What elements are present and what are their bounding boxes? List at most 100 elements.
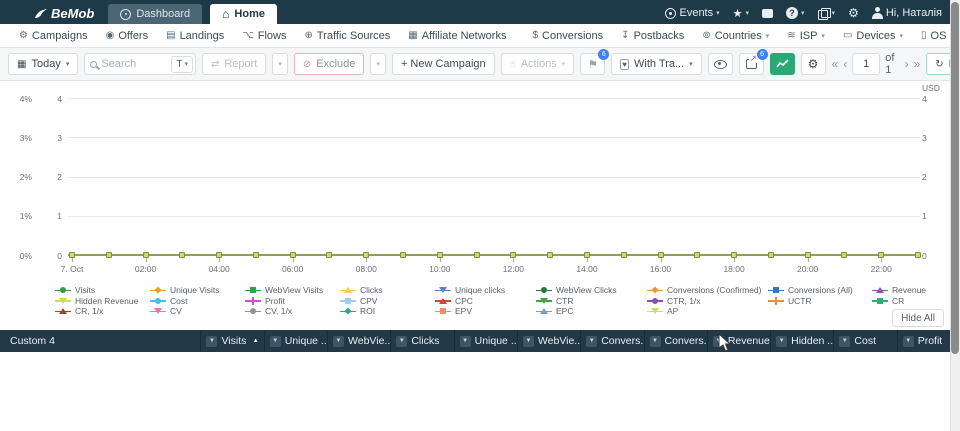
legend-item-cpv[interactable]: CPV	[340, 296, 435, 307]
chart-toggle-button[interactable]	[770, 53, 795, 75]
exclude-dropdown-button[interactable]: ▾	[370, 53, 386, 75]
data-point[interactable]	[841, 252, 847, 258]
column-header-unique[interactable]: ▼Unique ...	[264, 330, 327, 352]
actions-button[interactable]: ☝ Actions ▾	[501, 53, 575, 75]
legend-item-uctr[interactable]: UCTR	[768, 296, 872, 307]
legend-item-ctr[interactable]: CTR	[536, 296, 647, 307]
data-point[interactable]	[179, 252, 185, 258]
legend-item-cr-1-x[interactable]: CR, 1/x	[55, 306, 150, 317]
legend-item-cpc[interactable]: CPC	[435, 296, 536, 307]
legend-item-cv[interactable]: CV	[150, 306, 245, 317]
legend-item-conversions-confirmed[interactable]: Conversions (Confirmed)	[647, 285, 768, 296]
legend-item-epv[interactable]: EPV	[435, 306, 536, 317]
last-page-button[interactable]: »	[914, 57, 921, 71]
column-filter-icon[interactable]: ▼	[650, 336, 661, 347]
data-point[interactable]	[915, 252, 921, 258]
column-filter-icon[interactable]: ▼	[523, 336, 534, 347]
column-filter-icon[interactable]: ▼	[460, 336, 471, 347]
column-filter-icon[interactable]: ▼	[586, 336, 597, 347]
report-dropdown-button[interactable]: ▾	[272, 53, 288, 75]
nav-item-offers[interactable]: ◉Offers	[97, 30, 158, 42]
column-filter-icon[interactable]: ▼	[776, 336, 787, 347]
legend-item-epc[interactable]: EPC	[536, 306, 647, 317]
legend-item-unique-visits[interactable]: Unique Visits	[150, 285, 245, 296]
workspaces-menu[interactable]: ▾	[818, 8, 836, 18]
legend-item-cost[interactable]: Cost	[150, 296, 245, 307]
settings-button[interactable]: ⚙	[848, 6, 859, 20]
first-page-button[interactable]: «	[832, 57, 839, 71]
legend-item-roi[interactable]: ROI	[340, 306, 435, 317]
hide-all-button[interactable]: Hide All	[892, 309, 944, 327]
nav-item-countries[interactable]: ⊚Countries▾	[693, 30, 778, 42]
nav-item-landings[interactable]: ▤Landings	[157, 30, 233, 42]
data-point[interactable]	[106, 252, 112, 258]
legend-item-clicks[interactable]: Clicks	[340, 285, 435, 296]
page-input[interactable]	[852, 53, 880, 75]
visibility-button[interactable]	[708, 53, 733, 75]
flag-button[interactable]: ⚑ 6	[580, 53, 605, 75]
legend-item-ctr-1-x[interactable]: CTR, 1/x	[647, 296, 768, 307]
legend-item-hidden-revenue[interactable]: Hidden Revenue	[55, 296, 150, 307]
column-header-clicks[interactable]: ▼Clicks	[390, 330, 453, 352]
help-menu[interactable]: ? ▾	[786, 7, 805, 19]
next-page-button[interactable]: ›	[905, 57, 909, 71]
data-point[interactable]	[694, 252, 700, 258]
nav-item-campaigns[interactable]: ⚙Campaigns	[10, 30, 97, 42]
data-point[interactable]	[768, 252, 774, 258]
new-campaign-button[interactable]: + New Campaign	[392, 53, 495, 75]
column-header-cost[interactable]: ▼Cost	[833, 330, 896, 352]
column-header-hidden[interactable]: ▼Hidden ...	[770, 330, 833, 352]
data-point[interactable]	[326, 252, 332, 258]
date-range-button[interactable]: ▦ Today ▾	[8, 53, 78, 75]
column-filter-icon[interactable]: ▼	[396, 336, 407, 347]
table-settings-button[interactable]: ⚙	[801, 53, 826, 75]
nav-item-conversions[interactable]: $Conversions	[523, 30, 612, 42]
events-menu[interactable]: Events ▾	[665, 7, 719, 19]
legend-item-ap[interactable]: AP	[647, 306, 768, 317]
exclude-button[interactable]: ⊘ Exclude	[294, 53, 365, 75]
legend-item-cr[interactable]: CR	[872, 296, 952, 307]
vertical-scrollbar-thumb[interactable]	[951, 2, 959, 354]
favorites-menu[interactable]: ★ ▾	[733, 7, 749, 20]
column-header-convers[interactable]: ▼Convers...	[644, 330, 707, 352]
user-menu[interactable]: Hi, Наталія	[872, 7, 942, 19]
legend-item-cv-1-x[interactable]: CV, 1/x	[245, 306, 340, 317]
column-header-unique[interactable]: ▼Unique ...	[454, 330, 517, 352]
column-header-revenue[interactable]: ▼Revenue▲	[707, 330, 770, 352]
column-header-custom-4[interactable]: Custom 4	[0, 330, 200, 352]
column-header-visits[interactable]: ▼Visits▲	[200, 330, 263, 352]
data-point[interactable]	[474, 252, 480, 258]
vertical-scrollbar-track[interactable]	[950, 0, 960, 431]
nav-item-devices[interactable]: ▭Devices▾	[834, 30, 912, 42]
tab-home[interactable]: ⌂ Home	[210, 4, 277, 24]
data-point[interactable]	[547, 252, 553, 258]
data-point[interactable]	[621, 252, 627, 258]
column-header-convers[interactable]: ▼Convers...	[580, 330, 643, 352]
search-input[interactable]	[101, 58, 171, 70]
report-button[interactable]: ⇄ Report	[202, 53, 266, 75]
bemob-logo[interactable]: BeMob	[0, 6, 108, 24]
column-header-webvie[interactable]: ▼WebVie...	[327, 330, 390, 352]
legend-item-webview-clicks[interactable]: WebView Clicks	[536, 285, 647, 296]
column-filter-icon[interactable]: ▼	[206, 336, 217, 347]
legend-item-revenue[interactable]: Revenue	[872, 285, 952, 296]
nav-item-flows[interactable]: ⌥Flows	[233, 30, 295, 42]
column-filter-icon[interactable]: ▼	[839, 336, 850, 347]
column-filter-icon[interactable]: ▼	[333, 336, 344, 347]
nav-item-affiliate-networks[interactable]: ▦Affiliate Networks	[399, 30, 515, 42]
prev-page-button[interactable]: ‹	[843, 57, 847, 71]
legend-item-conversions-all[interactable]: Conversions (All)	[768, 285, 872, 296]
column-filter-icon[interactable]: ▼	[903, 336, 914, 347]
traffic-filter-dropdown[interactable]: ♥ With Tra... ▾	[611, 53, 701, 75]
share-button[interactable]: 6	[739, 53, 764, 75]
column-header-webvie[interactable]: ▼WebVie...	[517, 330, 580, 352]
data-point[interactable]	[400, 252, 406, 258]
legend-item-visits[interactable]: Visits	[55, 285, 150, 296]
legend-item-unique-clicks[interactable]: Unique clicks	[435, 285, 536, 296]
search-type-filter[interactable]: T ▾	[171, 56, 193, 73]
legend-item-webview-visits[interactable]: WebView Visits	[245, 285, 340, 296]
column-filter-icon[interactable]: ▼	[270, 336, 281, 347]
nav-item-postbacks[interactable]: ↧Postbacks	[612, 30, 693, 42]
data-point[interactable]	[253, 252, 259, 258]
tab-dashboard[interactable]: Dashboard	[108, 4, 202, 24]
